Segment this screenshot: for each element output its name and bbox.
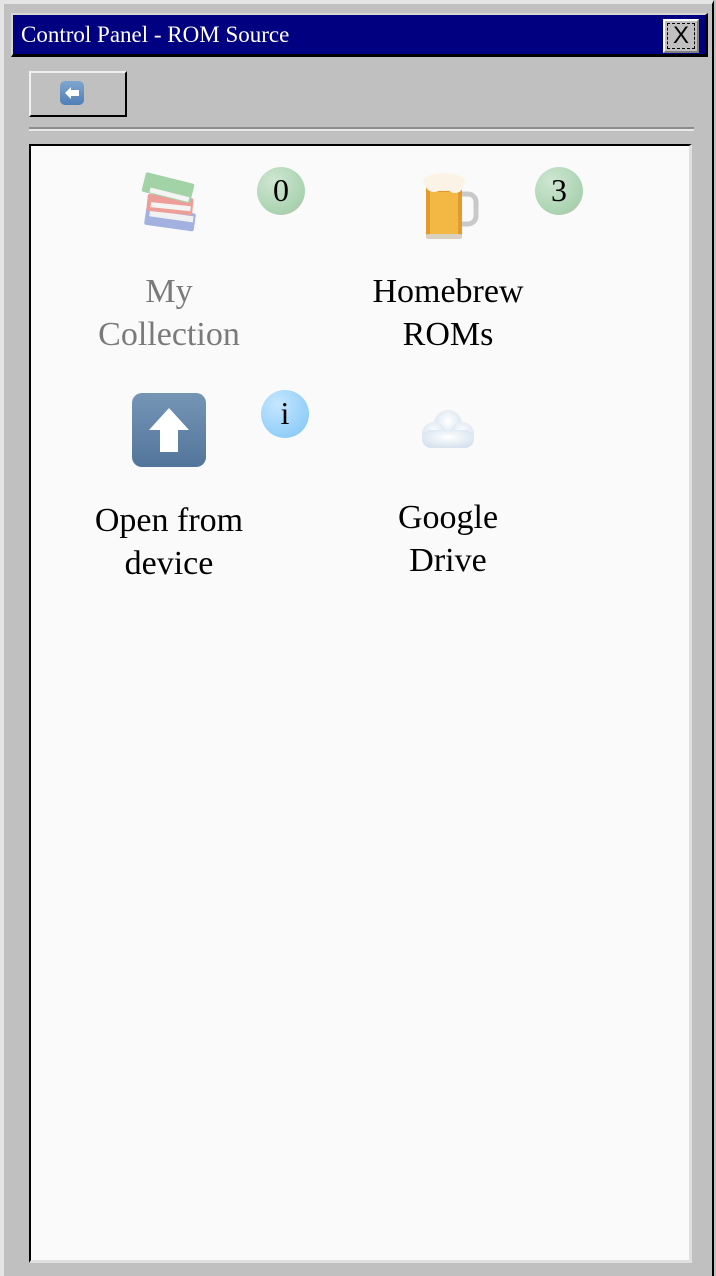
source-label-line2: Drive [409,542,487,579]
close-icon: X [667,23,695,49]
source-label-line1: Google [397,499,499,536]
source-label-line2: Collection [98,316,240,353]
source-label-line1: My [145,273,193,310]
window-title: Control Panel - ROM Source [21,22,290,47]
source-label: Homebrew ROMs [338,270,558,356]
source-google-drive[interactable]: Google Drive [338,390,558,582]
title-bar[interactable]: Control Panel - ROM Source X [11,13,708,57]
beer-mug-icon [408,164,488,244]
source-label: Google Drive [338,496,558,582]
books-icon [129,164,209,244]
info-badge[interactable]: i [261,390,309,438]
back-arrow-icon [60,81,84,105]
count-badge: 0 [257,167,305,215]
close-button[interactable]: X [663,19,699,53]
source-label: My Collection [59,270,279,356]
back-button[interactable] [29,71,127,117]
source-my-collection[interactable]: My Collection [59,164,279,356]
source-homebrew-roms[interactable]: Homebrew ROMs [338,164,558,356]
source-open-from-device[interactable]: Open from device [59,390,279,585]
source-list-panel: My Collection 0 Homebrew ROMs 3 Open fro… [29,144,692,1263]
upload-arrow-icon [129,393,209,473]
cloud-icon [408,390,488,470]
source-label-line1: Homebrew [372,273,524,310]
source-label: Open from device [59,499,279,585]
source-label-line2: ROMs [402,316,494,353]
count-badge: 3 [535,167,583,215]
toolbar-separator [29,127,694,131]
source-label-line2: device [124,545,214,582]
source-label-line1: Open from [94,502,244,539]
